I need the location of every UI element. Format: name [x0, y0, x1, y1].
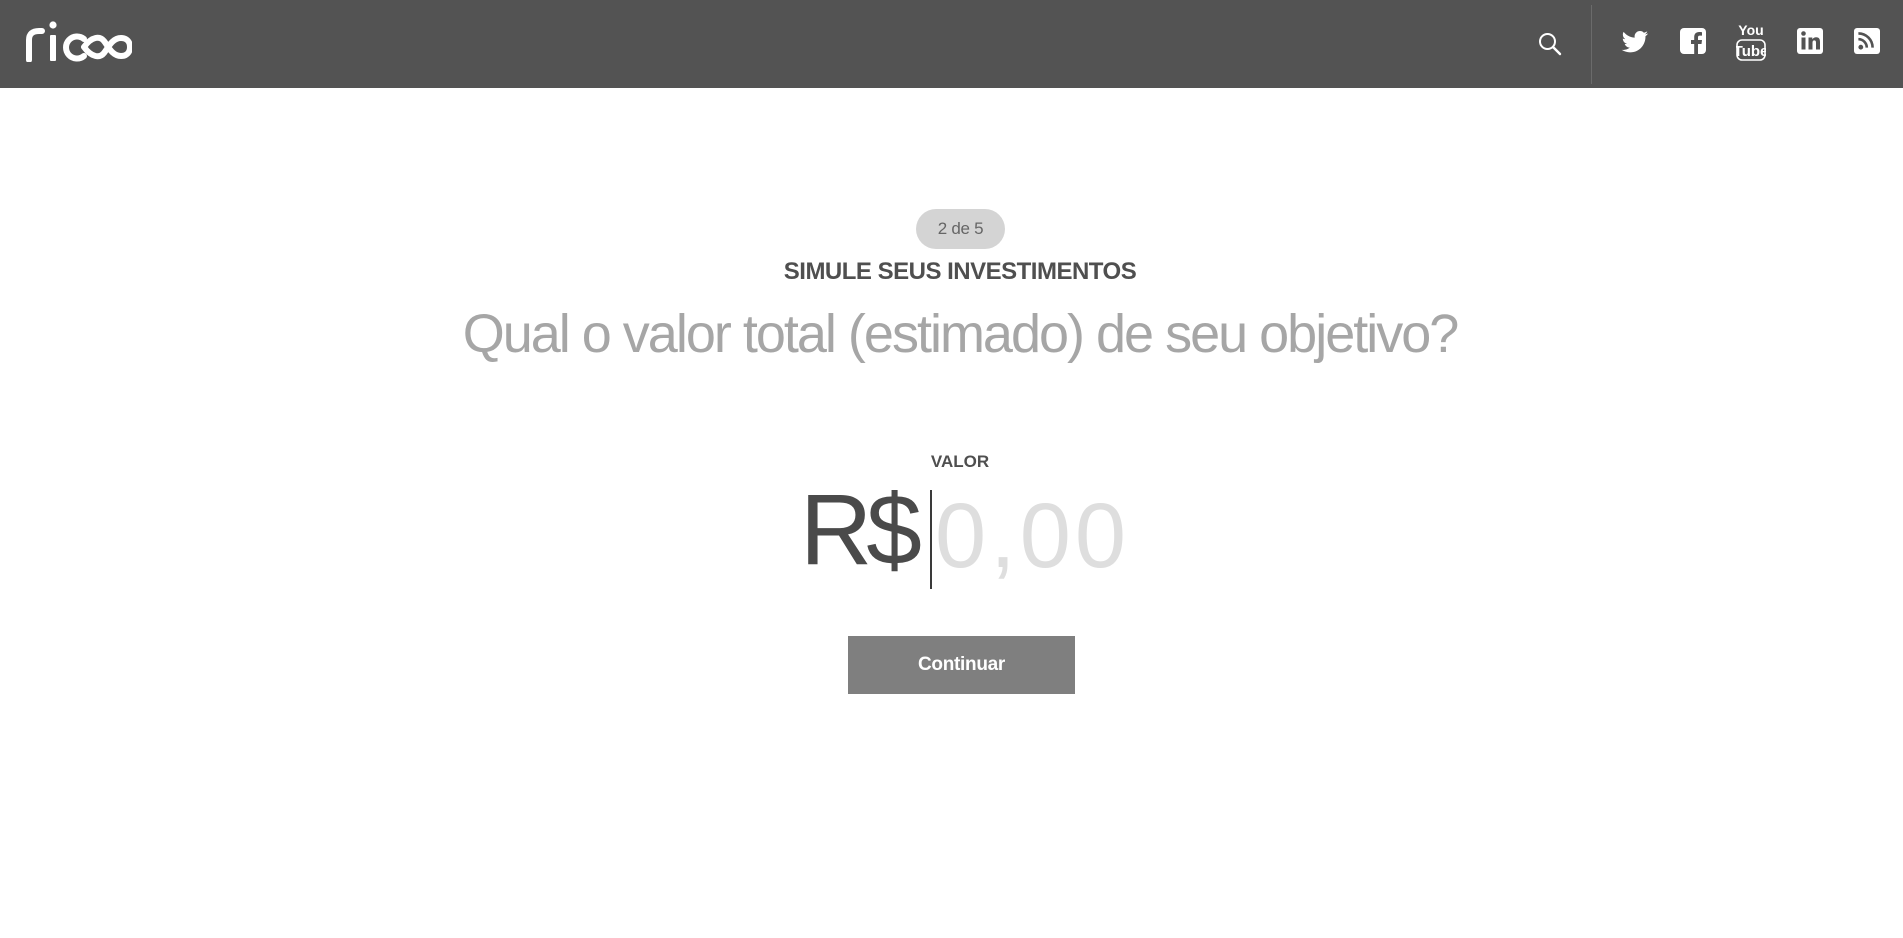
question-heading: Qual o valor total (estimado) de seu obj…: [462, 304, 1460, 364]
header-divider: [1591, 5, 1592, 84]
amount-input[interactable]: [935, 480, 1195, 592]
svg-text:You: You: [1738, 22, 1763, 38]
simulator-step: 2 de 5 SIMULE SEUS INVESTIMENTOS Qual o …: [0, 88, 1903, 938]
amount-field-label: VALOR: [930, 452, 990, 471]
linkedin-icon: [1797, 28, 1823, 54]
step-indicator-badge: 2 de 5: [916, 209, 1005, 249]
twitter-icon: [1621, 31, 1649, 53]
search-icon: [1539, 33, 1562, 56]
linkedin-link[interactable]: [1795, 24, 1825, 58]
search-button[interactable]: [1536, 30, 1564, 58]
svg-text:Tube: Tube: [1736, 43, 1766, 60]
text-caret: [930, 490, 932, 589]
twitter-link[interactable]: [1620, 24, 1650, 58]
facebook-icon: [1680, 28, 1706, 54]
section-title: SIMULE SEUS INVESTIMENTOS: [783, 258, 1137, 285]
currency-symbol: R$: [800, 474, 922, 586]
facebook-link[interactable]: [1678, 24, 1708, 58]
top-navigation-bar: You Tube: [0, 0, 1903, 88]
rico-logo[interactable]: [26, 18, 132, 62]
youtube-icon: You Tube: [1734, 22, 1768, 61]
rss-icon: [1854, 28, 1880, 54]
rss-link[interactable]: [1852, 24, 1882, 58]
youtube-link[interactable]: You Tube: [1734, 20, 1768, 62]
continue-button[interactable]: Continuar: [848, 636, 1075, 694]
